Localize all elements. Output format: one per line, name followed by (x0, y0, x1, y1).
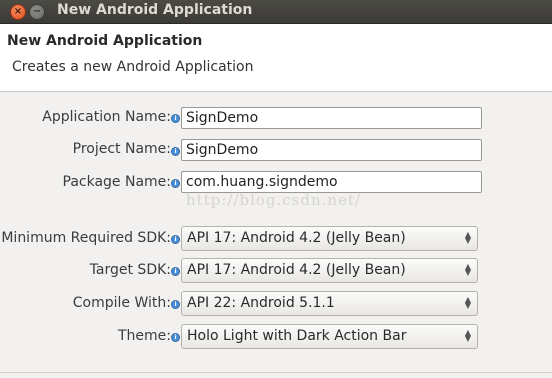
min-sdk-label: Minimum Required SDK: (1, 230, 171, 246)
minimize-icon[interactable]: − (29, 4, 45, 20)
package-name-label: Package Name: (62, 174, 172, 190)
min-sdk-select[interactable]: API 17: Android 4.2 (Jelly Bean) ▲ ▼ (181, 226, 478, 251)
project-name-field[interactable]: SignDemo (181, 139, 482, 161)
theme-label: Theme: (117, 328, 171, 344)
page-subtitle: Creates a new Android Application (12, 59, 254, 75)
theme-info-icon[interactable]: i (171, 333, 180, 342)
window-titlebar: × − New Android Application (0, 0, 552, 24)
min-sdk-value: API 17: Android 4.2 (Jelly Bean) (187, 230, 406, 246)
application-name-field[interactable]: SignDemo (181, 107, 482, 129)
compile-with-value: API 22: Android 5.1.1 (187, 295, 335, 311)
close-icon[interactable]: × (10, 4, 26, 20)
window-title: New Android Application (57, 2, 253, 18)
package-name-field[interactable]: com.huang.signdemo (181, 171, 482, 193)
compile-with-info-icon[interactable]: i (171, 300, 180, 309)
package-name-info-icon[interactable]: i (171, 179, 180, 188)
divider (0, 372, 552, 373)
target-sdk-info-icon[interactable]: i (171, 267, 180, 276)
target-sdk-label: Target SDK: (89, 262, 171, 278)
project-name-label: Project Name: (72, 141, 171, 157)
spinner-arrows-icon: ▲ ▼ (464, 262, 471, 277)
application-name-label: Application Name: (42, 109, 171, 125)
min-sdk-info-icon[interactable]: i (171, 235, 180, 244)
compile-with-select[interactable]: API 22: Android 5.1.1 ▲ ▼ (181, 291, 478, 316)
application-name-info-icon[interactable]: i (171, 114, 180, 123)
target-sdk-value: API 17: Android 4.2 (Jelly Bean) (187, 262, 406, 278)
compile-with-label: Compile With: (72, 295, 171, 311)
theme-value: Holo Light with Dark Action Bar (187, 328, 407, 344)
watermark: http://blog.csdn.net/ (186, 191, 362, 209)
spinner-arrows-icon: ▲ ▼ (464, 295, 471, 310)
target-sdk-select[interactable]: API 17: Android 4.2 (Jelly Bean) ▲ ▼ (181, 258, 478, 283)
spinner-arrows-icon: ▲ ▼ (464, 230, 471, 245)
wizard-header: New Android Application Creates a new An… (0, 24, 552, 92)
theme-select[interactable]: Holo Light with Dark Action Bar ▲ ▼ (181, 324, 478, 349)
project-name-info-icon[interactable]: i (171, 147, 180, 156)
page-title: New Android Application (7, 33, 203, 49)
spinner-arrows-icon: ▲ ▼ (464, 328, 471, 343)
